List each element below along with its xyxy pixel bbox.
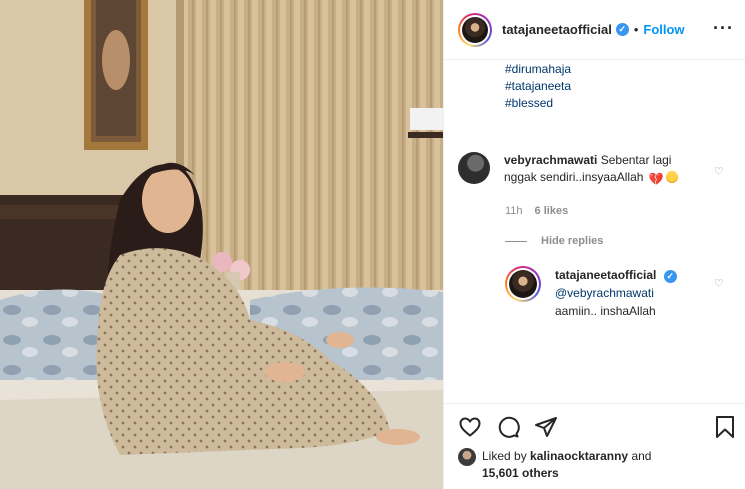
bookmark-icon[interactable] bbox=[714, 415, 736, 439]
reply-text: aamiin.. inshaAllah bbox=[555, 304, 656, 318]
like-heart-icon[interactable] bbox=[458, 415, 482, 439]
comment-bubble-icon[interactable] bbox=[496, 415, 520, 439]
hide-replies-toggle[interactable]: Hide replies bbox=[505, 235, 603, 247]
comment-body: vebyrachmawati Sebentar lagi nggak sendi… bbox=[504, 152, 704, 188]
reply-author-avatar[interactable] bbox=[505, 266, 541, 302]
post-side-panel: tatajaneetaofficial ✓ • Follow ··· #diru… bbox=[443, 0, 745, 489]
commenter-avatar[interactable] bbox=[458, 152, 490, 184]
verified-badge-icon: ✓ bbox=[615, 23, 629, 36]
hashtag-link[interactable]: #blessed bbox=[505, 95, 571, 112]
reply-body: tatajaneetaofficial ✓ @vebyrachmawati aa… bbox=[555, 266, 677, 320]
follow-button[interactable]: Follow bbox=[643, 22, 684, 37]
comment-likes[interactable]: 6 likes bbox=[535, 205, 569, 217]
header-separator: • bbox=[633, 22, 639, 37]
liked-by-summary: Liked by kalinaocktaranny and 15,601 oth… bbox=[458, 448, 651, 482]
reply-mention[interactable]: @vebyrachmawati bbox=[555, 284, 677, 302]
hashtag-link[interactable]: #dirumahaja bbox=[505, 61, 571, 78]
liked-by-and: and bbox=[631, 449, 652, 463]
post-actions: Liked by kalinaocktaranny and 15,601 oth… bbox=[444, 403, 745, 489]
liked-by-prefix: Liked by bbox=[482, 449, 527, 463]
liker-avatar[interactable] bbox=[458, 448, 476, 466]
comment-time: 11h bbox=[505, 205, 523, 217]
more-options-icon[interactable]: ··· bbox=[713, 18, 734, 39]
liker-username[interactable]: kalinaocktaranny bbox=[530, 449, 628, 463]
hashtag-link[interactable]: #tatajaneeta bbox=[505, 78, 571, 95]
share-paper-plane-icon[interactable] bbox=[534, 415, 558, 439]
commenter-username[interactable]: vebyrachmawati bbox=[504, 153, 597, 167]
caption-hashtags: #dirumahaja #tatajaneeta #blessed bbox=[505, 61, 571, 112]
reply-like-heart-icon[interactable]: ♡ bbox=[714, 277, 724, 290]
action-icons bbox=[458, 415, 558, 439]
reply-item: tatajaneetaofficial ✓ @vebyrachmawati aa… bbox=[505, 266, 735, 320]
comment-meta: 11h 6 likes bbox=[505, 205, 568, 217]
post-photo[interactable] bbox=[0, 0, 443, 489]
heart-eyes-emoji bbox=[665, 171, 678, 183]
post-header: tatajaneetaofficial ✓ • Follow ··· bbox=[444, 0, 745, 60]
author-avatar[interactable] bbox=[458, 12, 492, 47]
replies-line bbox=[505, 240, 527, 242]
likes-others-count[interactable]: 15,601 others bbox=[482, 466, 559, 480]
broken-heart-emoji: 💔 bbox=[648, 172, 664, 186]
comment-like-heart-icon[interactable]: ♡ bbox=[714, 165, 724, 178]
comment-item: vebyrachmawati Sebentar lagi nggak sendi… bbox=[458, 152, 738, 188]
hide-replies-label: Hide replies bbox=[541, 235, 604, 247]
author-username[interactable]: tatajaneetaofficial bbox=[502, 22, 612, 37]
reply-author-username[interactable]: tatajaneetaofficial bbox=[555, 268, 656, 282]
verified-badge-icon: ✓ bbox=[663, 269, 677, 283]
